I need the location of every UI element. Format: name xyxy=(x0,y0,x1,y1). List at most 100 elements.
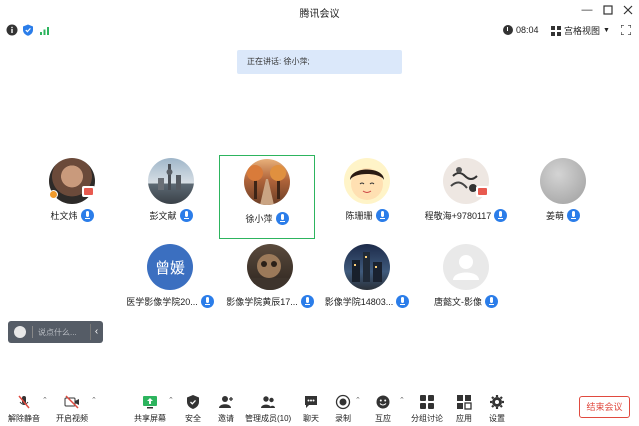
microphone-icon xyxy=(485,295,498,308)
gallery-view-label: 宫格视图 xyxy=(564,26,601,36)
gallery-view-button[interactable]: 宫格视图 ▼ xyxy=(551,23,610,38)
participant-name: 唐懿文-影像 xyxy=(434,297,482,307)
fullscreen-icon[interactable] xyxy=(621,25,631,35)
microphone-icon xyxy=(494,209,508,222)
chat-label: 聊天 xyxy=(303,414,319,423)
chat-button[interactable]: 聊天 xyxy=(299,394,323,424)
share-screen-label: 共享屏幕 xyxy=(134,414,166,423)
host-badge-icon xyxy=(49,190,58,199)
avatar xyxy=(344,244,390,290)
apps-label: 应用 xyxy=(456,414,472,423)
avatar xyxy=(148,158,194,204)
avatar xyxy=(344,158,390,204)
chevron-up-icon[interactable]: ⌃ xyxy=(42,396,48,404)
grid-icon xyxy=(551,25,561,36)
avatar xyxy=(540,158,586,204)
participant-tile[interactable]: 杜文炜 xyxy=(24,152,120,234)
record-label: 录制 xyxy=(335,414,351,423)
share-screen-button[interactable]: 共享屏幕 xyxy=(131,394,169,424)
add-user-icon xyxy=(219,396,233,408)
share-screen-icon xyxy=(143,396,157,409)
microphone-icon xyxy=(375,209,389,222)
participant-tile[interactable]: 曾媛 医学影像学院20... xyxy=(121,238,219,320)
avatar xyxy=(443,158,489,204)
participant-name: 徐小萍 xyxy=(245,214,273,224)
microphone-icon xyxy=(179,209,193,222)
avatar: 曾媛 xyxy=(147,244,193,290)
chevron-up-icon[interactable]: ⌃ xyxy=(399,396,405,404)
end-meeting-button[interactable]: 结束会议 xyxy=(579,396,630,418)
security-label: 安全 xyxy=(185,414,201,423)
participant-tile[interactable]: 唐懿文-影像 xyxy=(418,238,514,320)
signal-strength-icon[interactable] xyxy=(39,24,51,36)
interact-label: 互应 xyxy=(375,414,391,423)
settings-label: 设置 xyxy=(489,414,505,423)
record-icon xyxy=(335,394,351,410)
participant-name: 姜萌 xyxy=(545,211,564,221)
window-title: 腾讯会议 xyxy=(299,9,340,20)
invite-button[interactable]: 邀请 xyxy=(214,394,238,424)
info-icon[interactable] xyxy=(6,24,18,36)
microphone-muted-icon xyxy=(18,395,30,409)
microphone-icon xyxy=(567,209,580,222)
shield-icon[interactable] xyxy=(22,24,34,36)
emoji-icon[interactable] xyxy=(14,326,26,338)
microphone-icon xyxy=(300,295,314,308)
speaking-banner: 正在讲话: 徐小萍; xyxy=(237,50,402,74)
minimize-icon[interactable]: — xyxy=(580,3,594,17)
participant-tile[interactable]: 姜萌 xyxy=(515,152,611,234)
settings-button[interactable]: 设置 xyxy=(485,394,509,424)
avatar xyxy=(247,244,293,290)
participant-name: 杜文炜 xyxy=(50,211,78,221)
participant-tile[interactable]: 影像学院14803... xyxy=(318,238,416,320)
start-video-label: 开启视频 xyxy=(56,414,88,423)
participant-tile[interactable]: 程敬海+9780117 xyxy=(418,152,514,234)
microphone-icon xyxy=(80,209,94,222)
chat-input-bar[interactable]: 说点什么... ‹ xyxy=(8,321,103,343)
participant-tile[interactable]: 彭文献 xyxy=(123,152,219,234)
participant-name: 彭文献 xyxy=(149,211,177,221)
breakout-rooms-icon xyxy=(420,395,434,409)
interact-button[interactable]: 互应 xyxy=(371,394,395,424)
meeting-info-bar: 08:04 宫格视图 ▼ xyxy=(0,22,639,40)
avatar xyxy=(244,159,290,205)
participant-name: 影像学院14803... xyxy=(324,297,394,307)
unmute-button[interactable]: 解除静音 xyxy=(7,394,41,424)
breakout-rooms-button[interactable]: 分组讨论 xyxy=(410,394,444,424)
participant-name: 程敬海+9780117 xyxy=(424,211,492,221)
participant-name: 影像学院黄辰17... xyxy=(226,297,298,307)
chevron-up-icon[interactable]: ⌃ xyxy=(355,396,361,404)
apps-button[interactable]: 应用 xyxy=(452,394,476,424)
camera-off-icon xyxy=(64,395,79,409)
record-button[interactable]: 录制 xyxy=(331,394,355,424)
chevron-up-icon[interactable]: ⌃ xyxy=(168,396,174,404)
unmute-label: 解除静音 xyxy=(8,414,40,423)
shield-icon xyxy=(187,395,199,409)
chevron-left-icon[interactable]: ‹ xyxy=(90,324,102,340)
active-speaker-tile[interactable]: 徐小萍 xyxy=(219,155,315,239)
video-badge-icon xyxy=(476,186,489,197)
breakout-rooms-label: 分组讨论 xyxy=(411,414,443,423)
participant-name: 医学影像学院20... xyxy=(126,297,198,307)
title-bar: 腾讯会议 — xyxy=(0,0,639,22)
bottom-toolbar: 解除静音 ⌃ 开启视频 ⌃ 共享屏幕 ⌃ 安全 邀请 管理成员(10) 聊天 录… xyxy=(0,388,639,426)
divider xyxy=(32,326,33,338)
meeting-time: 08:04 xyxy=(516,25,539,35)
chevron-up-icon[interactable]: ⌃ xyxy=(91,396,97,404)
apps-icon xyxy=(457,395,472,410)
microphone-icon xyxy=(396,295,410,308)
start-video-button[interactable]: 开启视频 xyxy=(55,394,89,424)
security-button[interactable]: 安全 xyxy=(181,394,205,424)
close-icon[interactable] xyxy=(621,3,635,17)
maximize-icon[interactable] xyxy=(601,3,615,17)
participant-tile[interactable]: 影像学院黄辰17... xyxy=(221,238,319,320)
participant-tile[interactable]: 陈珊珊 xyxy=(319,152,415,234)
microphone-icon xyxy=(200,295,214,308)
avatar xyxy=(443,244,489,290)
clock-icon xyxy=(503,25,513,35)
manage-members-label: 管理成员(10) xyxy=(245,414,292,423)
chevron-down-icon: ▼ xyxy=(603,27,610,34)
members-icon xyxy=(261,396,275,408)
participant-name: 陈珊珊 xyxy=(345,211,373,221)
manage-members-button[interactable]: 管理成员(10) xyxy=(245,394,291,424)
